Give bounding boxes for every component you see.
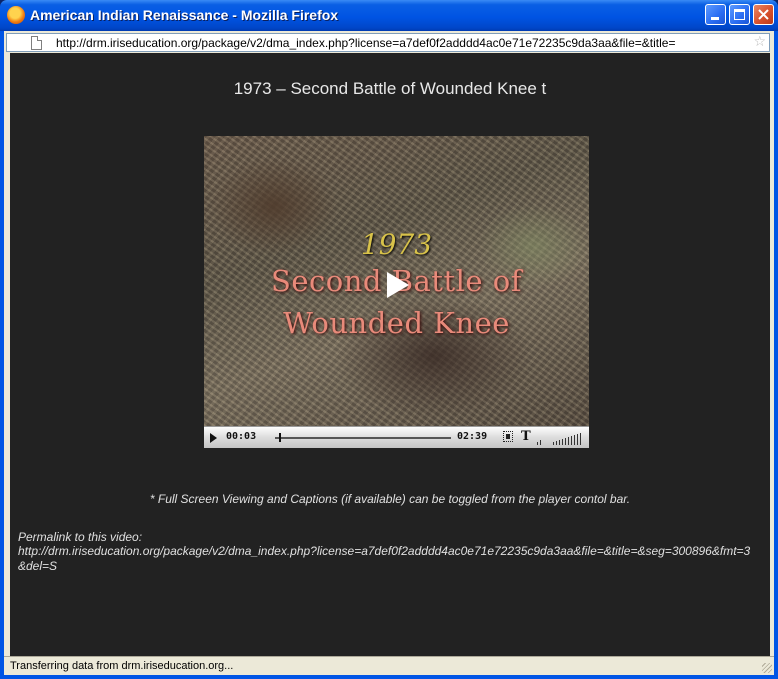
permalink-url[interactable]: http://drm.iriseducation.org/package/v2/… [18,544,758,574]
url-text[interactable]: http://drm.iriseducation.org/package/v2/… [56,36,746,50]
page-icon [31,36,42,50]
status-text: Transferring data from drm.iriseducation… [10,660,234,672]
elapsed-time: 00:03 [226,431,257,442]
total-time: 02:39 [457,431,488,442]
fullscreen-icon[interactable] [503,431,513,442]
seek-bar[interactable] [275,437,451,439]
player-control-bar: 00:03 02:39 T [204,426,589,448]
close-icon [758,9,769,20]
volume-icon[interactable] [537,433,585,445]
page-content: 1973 – Second Battle of Wounded Knee t 1… [10,53,770,656]
url-field[interactable]: http://drm.iriseducation.org/package/v2/… [6,33,770,52]
title-bar[interactable]: American Indian Renaissance - Mozilla Fi… [0,0,778,31]
firefox-icon [7,6,25,24]
play-icon[interactable] [387,272,409,298]
window-title: American Indian Renaissance - Mozilla Fi… [30,7,339,23]
minimize-button[interactable] [705,4,726,25]
star-icon[interactable]: ☆ [753,35,766,49]
player-note: * Full Screen Viewing and Captions (if a… [149,492,631,506]
status-bar: Transferring data from drm.iriseducation… [4,656,774,675]
resize-grip-icon[interactable] [762,663,772,673]
seek-thumb[interactable] [278,433,281,442]
video-frame-line2: Wounded Knee [283,306,510,340]
video-title: 1973 – Second Battle of Wounded Knee t [233,79,547,98]
permalink-label: Permalink to this video: [18,530,143,544]
video-frame-year: 1973 [360,228,433,261]
window-frame: http://drm.iriseducation.org/package/v2/… [0,31,778,679]
address-bar: http://drm.iriseducation.org/package/v2/… [4,31,774,53]
maximize-button[interactable] [729,4,750,25]
close-button[interactable] [753,4,774,25]
video-frame[interactable]: 1973 Second Battle of Wounded Knee [204,136,589,426]
video-player[interactable]: 1973 Second Battle of Wounded Knee 00:03… [204,136,589,448]
captions-button[interactable]: T [521,429,531,444]
browser-window: American Indian Renaissance - Mozilla Fi… [0,0,778,679]
control-play-button[interactable] [210,433,217,443]
